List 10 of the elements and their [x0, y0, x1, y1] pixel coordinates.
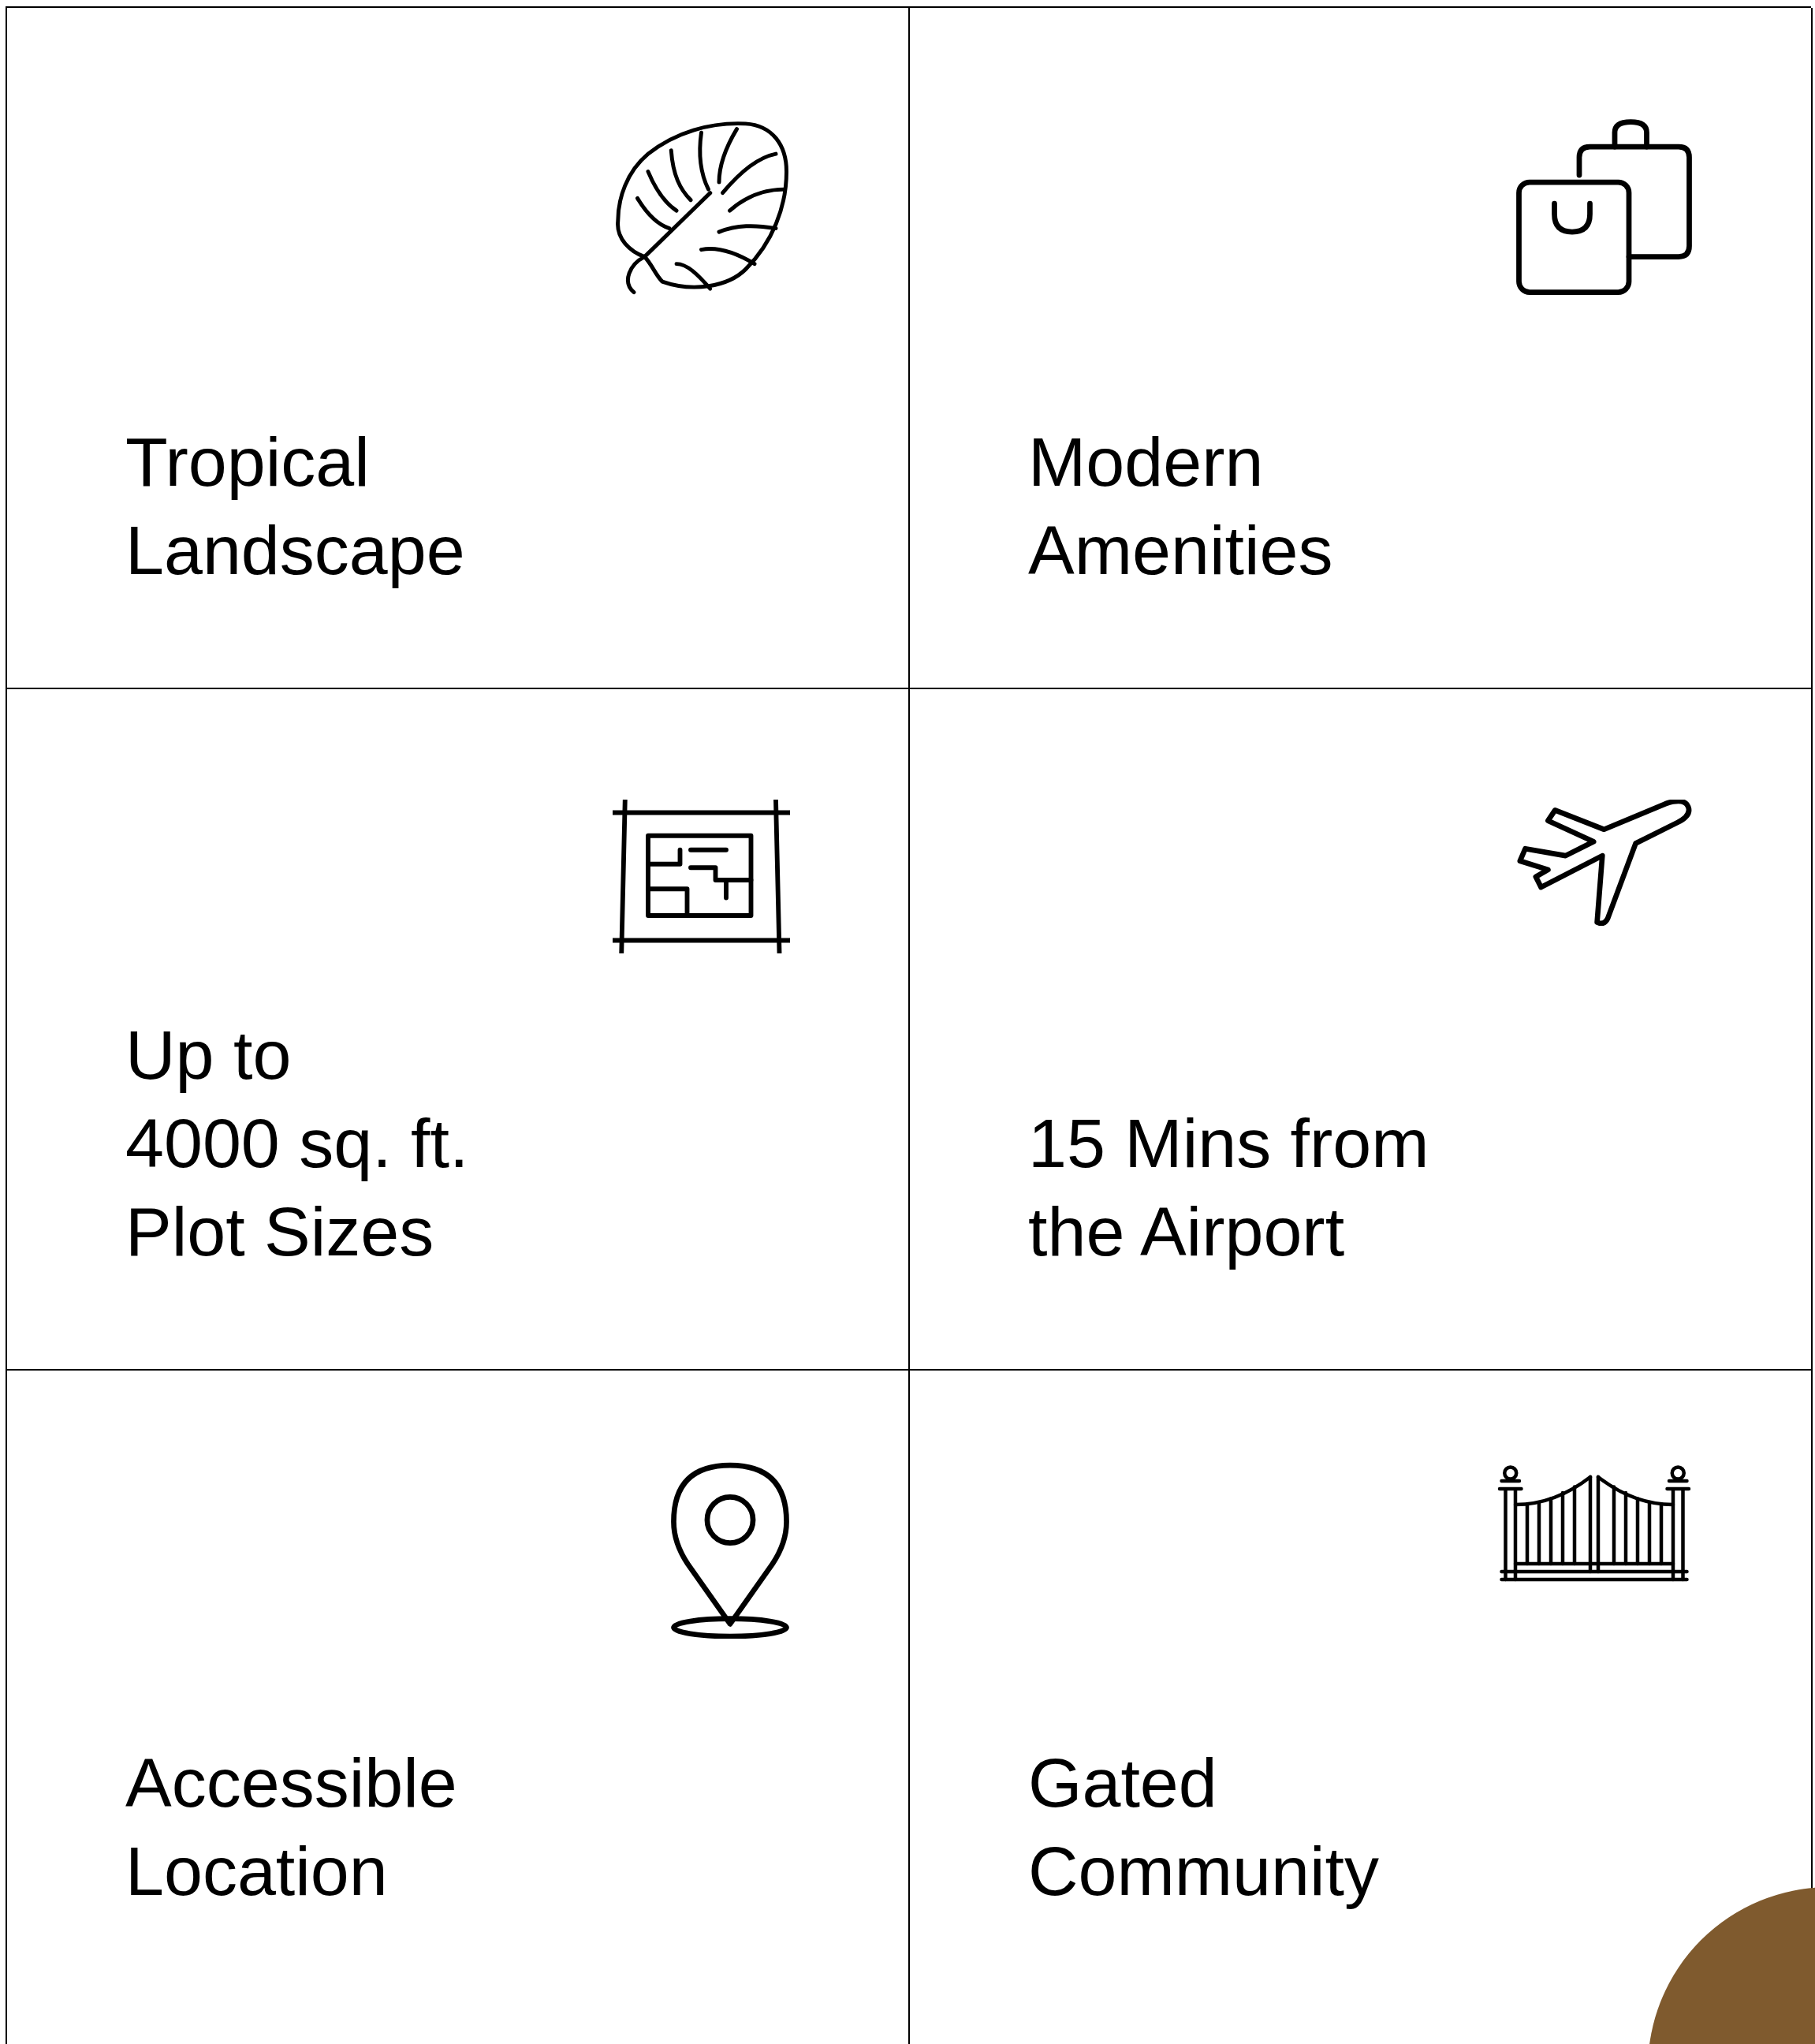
feature-label: Up to 4000 sq. ft. Plot Sizes — [125, 1015, 470, 1272]
shopping-bags-icon — [1515, 118, 1693, 296]
feature-label: Tropical Landscape — [125, 422, 466, 591]
feature-label: Modern Amenities — [1028, 422, 1334, 591]
feature-label: 15 Mins from the Airport — [1028, 1103, 1430, 1272]
map-pin-icon — [670, 1461, 790, 1639]
feature-label: Accessible Location — [125, 1743, 458, 1912]
floor-plan-icon — [613, 800, 790, 953]
feature-label: Gated Community — [1028, 1743, 1380, 1912]
airplane-icon — [1515, 800, 1693, 926]
